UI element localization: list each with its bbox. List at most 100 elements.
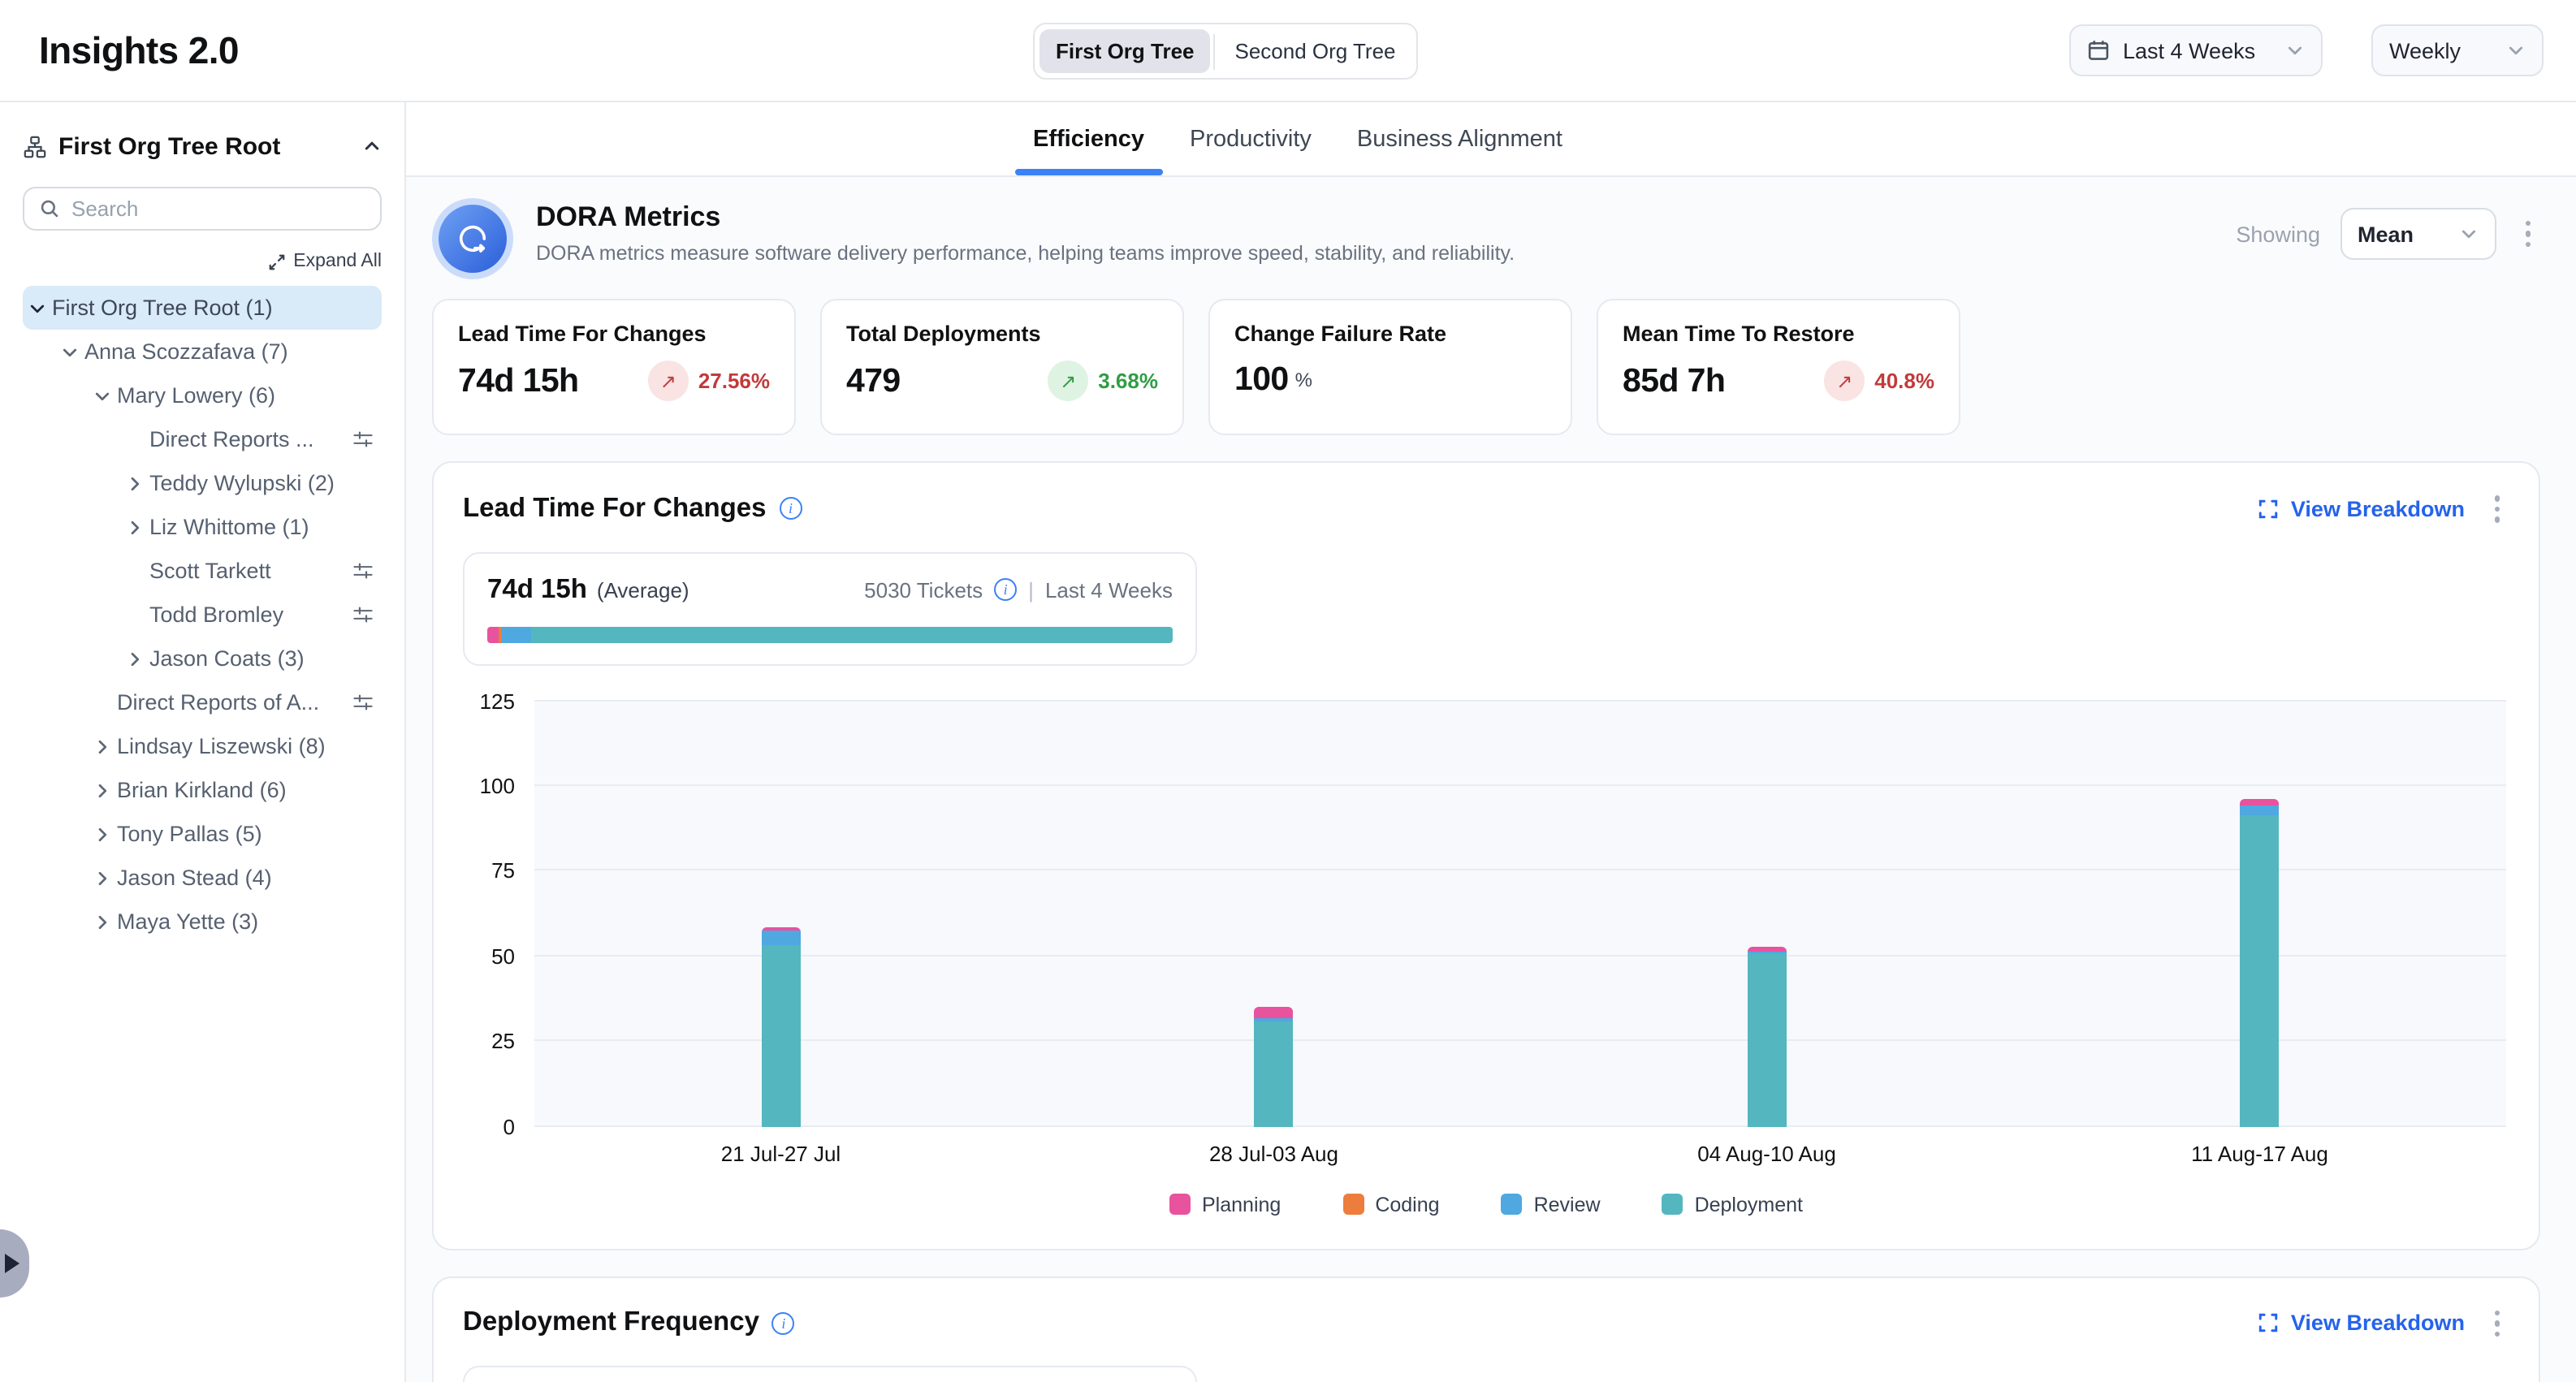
dora-kebab-menu-icon[interactable] xyxy=(2515,214,2540,254)
expand-all-button[interactable]: Expand All xyxy=(23,252,382,271)
bar-segment-deployment xyxy=(1255,1021,1294,1126)
summary-meta: 5030 Tickets i | Last 4 Weeks xyxy=(864,577,1173,602)
metric-card-title: Lead Time For Changes xyxy=(458,322,770,346)
tab-business-alignment[interactable]: Business Alignment xyxy=(1334,102,1585,175)
tree-item-jason-coats-3[interactable]: Jason Coats (3) xyxy=(23,637,382,680)
chevron-down-icon[interactable] xyxy=(23,298,52,317)
chevron-right-icon[interactable] xyxy=(88,736,117,756)
info-icon[interactable]: i xyxy=(994,578,1017,601)
metric-card-total-deployments: Total Deployments479↗3.68% xyxy=(820,299,1184,435)
tree-item-tony-pallas-5[interactable]: Tony Pallas (5) xyxy=(23,812,382,856)
deployment-frequency-kebab-menu-icon[interactable] xyxy=(2484,1303,2509,1343)
trend-percent: 40.8% xyxy=(1874,369,1934,393)
filter-sliders-icon[interactable] xyxy=(352,604,374,625)
chevron-down-icon[interactable] xyxy=(55,342,84,361)
tree-item-todd-bromley[interactable]: Todd Bromley xyxy=(23,593,382,637)
phase-segment-deployment xyxy=(530,626,1173,642)
org-tree-toggle: First Org Tree Second Org Tree xyxy=(1033,23,1419,80)
legend-item-review: Review xyxy=(1502,1193,1601,1216)
metric-card-unit: % xyxy=(1295,369,1312,391)
tree-item-lindsay-liszewski-8[interactable]: Lindsay Liszewski (8) xyxy=(23,724,382,768)
lead-time-kebab-menu-icon[interactable] xyxy=(2484,489,2509,529)
tree-item-label: Brian Kirkland (6) xyxy=(117,778,287,802)
tree-item-label: Lindsay Liszewski (8) xyxy=(117,734,326,758)
calendar-icon xyxy=(2087,39,2110,62)
org-toggle-second-org-tree[interactable]: Second Org Tree xyxy=(1219,29,1412,73)
tree-item-label: Todd Bromley xyxy=(149,602,283,627)
chevron-down-icon[interactable] xyxy=(88,386,117,405)
info-icon[interactable]: i xyxy=(772,1312,795,1335)
dora-titles: DORA Metrics DORA metrics measure softwa… xyxy=(536,201,1515,265)
stacked-bar-28-jul-03-aug[interactable] xyxy=(1255,1007,1294,1126)
date-range-select[interactable]: Last 4 Weeks xyxy=(2069,24,2323,76)
chevron-right-icon[interactable] xyxy=(120,649,149,668)
tree-item-liz-whittome-1[interactable]: Liz Whittome (1) xyxy=(23,505,382,549)
legend-swatch-coding xyxy=(1342,1194,1364,1215)
stacked-bar-04-aug-10-aug[interactable] xyxy=(1748,948,1787,1126)
view-breakdown-link[interactable]: View Breakdown xyxy=(2258,1311,2465,1336)
search-input[interactable] xyxy=(71,197,365,221)
aggregation-select[interactable]: Mean xyxy=(2340,208,2496,260)
legend-swatch-deployment xyxy=(1662,1194,1683,1215)
tree-item-direct-reports-of-a[interactable]: Direct Reports of A... xyxy=(23,680,382,724)
tree-item-first-org-tree-root-1[interactable]: First Org Tree Root (1) xyxy=(23,286,382,330)
chevron-right-icon[interactable] xyxy=(120,473,149,493)
tree-item-maya-yette-3[interactable]: Maya Yette (3) xyxy=(23,900,382,944)
tree-item-mary-lowery-6[interactable]: Mary Lowery (6) xyxy=(23,374,382,417)
dora-metrics-header: DORA Metrics DORA metrics measure softwa… xyxy=(432,201,2540,273)
org-toggle-first-org-tree[interactable]: First Org Tree xyxy=(1039,29,1211,73)
chevron-right-icon[interactable] xyxy=(120,517,149,537)
tree-item-label: Direct Reports ... xyxy=(149,427,314,451)
sidebar-collapse-chevron-up-icon[interactable] xyxy=(362,136,382,156)
stacked-bar-11-aug-17-aug[interactable] xyxy=(2241,799,2280,1126)
stacked-bar-21-jul-27-jul[interactable] xyxy=(762,928,801,1126)
tree-item-label: Direct Reports of A... xyxy=(117,690,319,715)
tab-productivity[interactable]: Productivity xyxy=(1167,102,1334,175)
metric-card-value-row: 74d 15h↗27.56% xyxy=(458,361,770,401)
chevron-right-icon[interactable] xyxy=(88,868,117,888)
tree-item-scott-tarkett[interactable]: Scott Tarkett xyxy=(23,549,382,593)
y-axis-label: 25 xyxy=(491,1029,515,1053)
chevron-right-icon[interactable] xyxy=(88,824,117,844)
trend-badge: ↗3.68% xyxy=(1048,361,1158,401)
tickets-count: 5030 Tickets xyxy=(864,577,983,602)
bar-segment-deployment xyxy=(762,946,801,1126)
trend-percent: 27.56% xyxy=(698,369,770,393)
tree-item-label: Tony Pallas (5) xyxy=(117,822,262,846)
expand-all-label: Expand All xyxy=(293,252,382,271)
search-icon xyxy=(39,198,60,219)
metric-card-value-row: 479 ↗3.68% xyxy=(846,361,1158,401)
view-breakdown-link[interactable]: View Breakdown xyxy=(2258,497,2465,521)
gridline xyxy=(534,954,2506,956)
x-axis-label: 11 Aug-17 Aug xyxy=(2013,1141,2506,1165)
filter-sliders-icon[interactable] xyxy=(352,429,374,450)
sidebar-title: First Org Tree Root xyxy=(58,132,280,160)
chevron-right-icon[interactable] xyxy=(88,780,117,800)
tree-item-teddy-wylupski-2[interactable]: Teddy Wylupski (2) xyxy=(23,461,382,505)
view-breakdown-label: View Breakdown xyxy=(2291,1311,2465,1336)
phase-distribution-bar xyxy=(487,626,1173,642)
metric-card-value: 100 xyxy=(1234,361,1289,399)
metric-card-value: 479 xyxy=(846,361,901,400)
chevron-right-icon[interactable] xyxy=(88,912,117,931)
expand-diagonal-icon xyxy=(267,253,285,270)
app-root: Insights 2.0 First Org Tree Second Org T… xyxy=(0,0,2576,1382)
filter-sliders-icon[interactable] xyxy=(352,560,374,581)
tree-item-label: Maya Yette (3) xyxy=(117,909,258,934)
tree-item-jason-stead-4[interactable]: Jason Stead (4) xyxy=(23,856,382,900)
lead-time-summary-card: 74d 15h (Average) 5030 Tickets i | Last … xyxy=(463,551,1197,665)
tab-efficiency[interactable]: Efficiency xyxy=(1010,102,1167,175)
legend-item-planning: Planning xyxy=(1169,1193,1281,1216)
granularity-select[interactable]: Weekly xyxy=(2371,24,2544,76)
aggregation-value: Mean xyxy=(2358,222,2414,246)
gridline xyxy=(534,1125,2506,1126)
tree-item-direct-reports[interactable]: Direct Reports ... xyxy=(23,417,382,461)
org-tree-sidebar: First Org Tree Root Expand All First Org… xyxy=(0,102,406,1382)
info-icon[interactable]: i xyxy=(780,498,802,520)
tree-item-anna-scozzafava-7[interactable]: Anna Scozzafava (7) xyxy=(23,330,382,374)
tree-item-brian-kirkland-6[interactable]: Brian Kirkland (6) xyxy=(23,768,382,812)
chart-legend: PlanningCodingReviewDeployment xyxy=(466,1193,2506,1216)
y-axis-label: 50 xyxy=(491,944,515,968)
filter-sliders-icon[interactable] xyxy=(352,692,374,713)
metric-card-lead-time-for-changes: Lead Time For Changes 74d 15h↗27.56% xyxy=(432,299,796,435)
